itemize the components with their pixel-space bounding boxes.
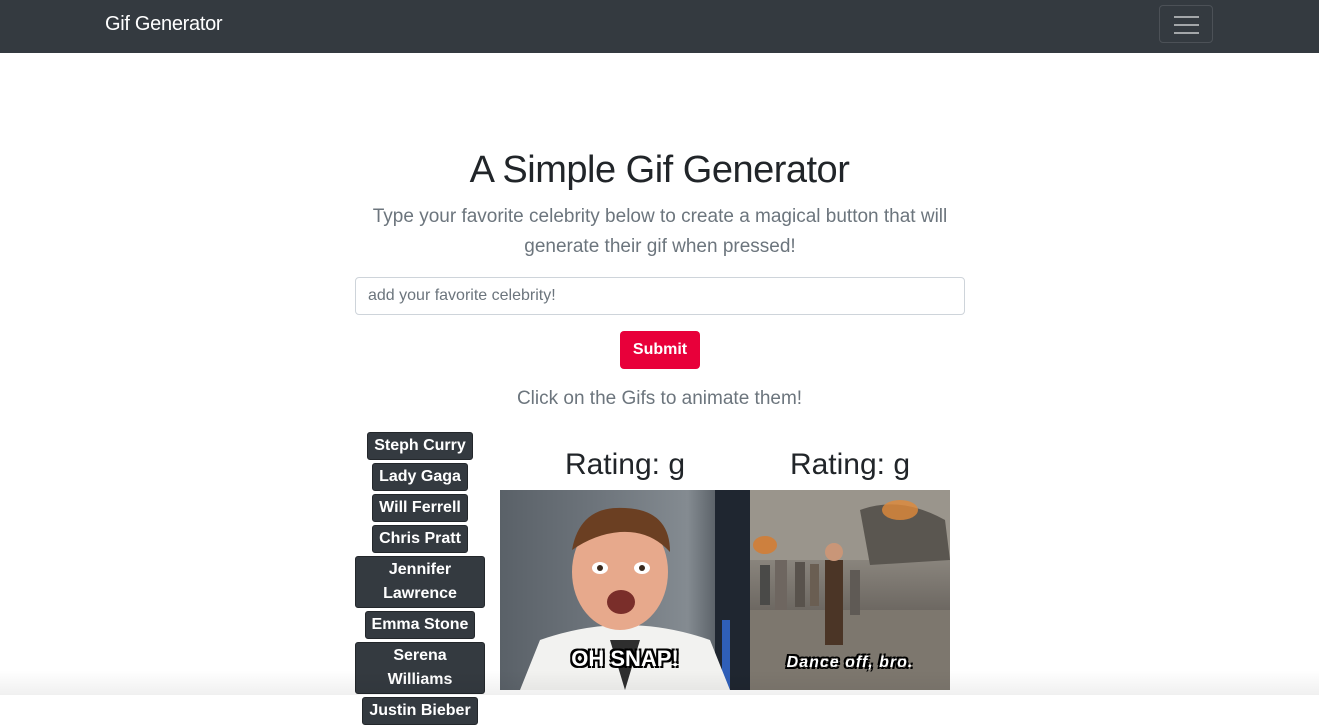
navbar-brand[interactable]: Gif Generator	[105, 13, 223, 36]
gif-rating: Rating: g	[789, 448, 911, 481]
celebrity-button-lady-gaga[interactable]: Lady Gaga	[372, 463, 468, 491]
celebrity-button-will-ferrell[interactable]: Will Ferrell	[372, 494, 468, 522]
gif-image[interactable]: Dance off, bro.	[750, 490, 950, 690]
celebrity-search-input[interactable]	[355, 277, 965, 315]
gif-hint-text: Click on the Gifs to animate them!	[516, 388, 803, 409]
celebrity-button-list: Steph Curry Lady Gaga Will Ferrell Chris…	[355, 432, 485, 728]
hamburger-menu-icon	[1174, 16, 1199, 18]
navbar-toggler-button[interactable]	[1159, 5, 1213, 43]
celebrity-button-chris-pratt[interactable]: Chris Pratt	[372, 525, 468, 553]
navbar: Gif Generator	[0, 0, 1319, 53]
celebrity-button-jennifer-lawrence[interactable]: Jennifer Lawrence	[355, 556, 485, 608]
page-title: A Simple Gif Generator	[469, 149, 850, 191]
celebrity-button-steph-curry[interactable]: Steph Curry	[367, 432, 473, 460]
celebrity-button-serena-williams[interactable]: Serena Williams	[355, 642, 485, 694]
gif-image[interactable]: OH SNAP!	[500, 490, 750, 690]
gif-caption: Dance off, bro.	[786, 654, 914, 671]
gif-card: Rating: g OH SNAP!	[500, 440, 750, 690]
celebrity-button-emma-stone[interactable]: Emma Stone	[364, 611, 476, 639]
gif-rating: Rating: g	[564, 448, 686, 481]
submit-button[interactable]: Submit	[620, 331, 700, 369]
page-lead: Type your favorite celebrity below to cr…	[372, 206, 948, 257]
gif-card: Rating: g Dance off, bro.	[750, 440, 950, 690]
gif-caption: OH SNAP!	[571, 646, 679, 671]
celebrity-button-justin-bieber[interactable]: Justin Bieber	[362, 697, 478, 725]
